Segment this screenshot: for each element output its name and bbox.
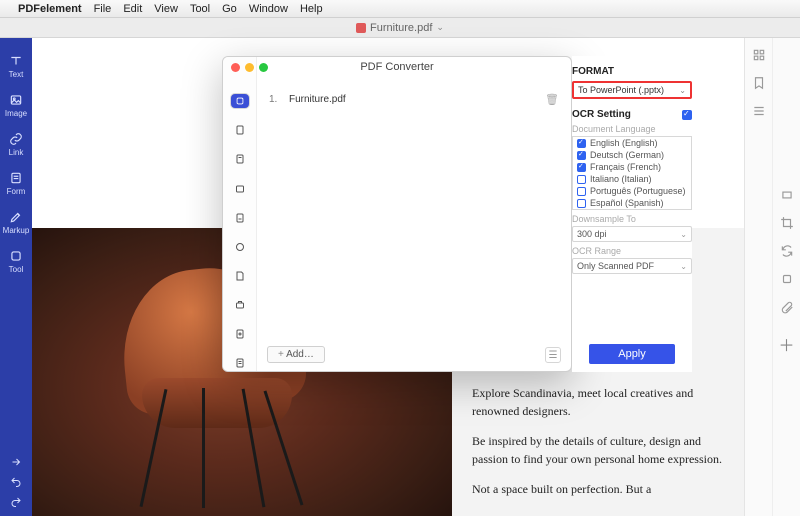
apply-button[interactable]: Apply [589,344,675,364]
language-option[interactable]: Ελληνικά (Greek) [573,209,691,210]
stamp-icon[interactable] [780,272,794,286]
menu-window[interactable]: Window [249,3,288,15]
tool-text-label: Text [9,70,24,79]
tool-image[interactable]: Image [0,87,32,126]
tool-form-label: Form [7,187,26,196]
chevron-down-icon: ⌄ [679,86,686,95]
format-option[interactable] [230,356,250,371]
app-name[interactable]: PDFelement [18,3,82,15]
menu-view[interactable]: View [154,3,178,15]
format-option[interactable] [230,181,250,196]
paragraph: Explore Scandinavia, meet local creative… [472,384,724,420]
titlebar-chevron-icon[interactable]: ⌄ [436,22,444,33]
doc-language-label: Document Language [572,124,692,134]
tool-link-label: Link [9,148,24,157]
checkbox-icon[interactable] [577,139,586,148]
format-option[interactable] [230,210,250,225]
document-icon [356,23,366,33]
format-option[interactable] [230,152,250,167]
checkbox-icon[interactable] [577,199,586,208]
tool-text[interactable]: Text [0,48,32,87]
rotate-icon[interactable] [780,244,794,258]
format-option[interactable] [230,327,250,342]
system-menubar: PDFelement File Edit View Tool Go Window… [0,0,800,18]
format-option[interactable] [230,123,250,138]
left-toolbar: Text Image Link Form Markup Tool [0,38,32,516]
tool-image-label: Image [5,109,27,118]
fit-width-icon[interactable] [780,188,794,202]
export-icon[interactable] [10,456,22,468]
remove-file-icon[interactable]: 🗑 [545,93,559,106]
redo-icon[interactable] [10,496,22,508]
language-option[interactable]: Português (Portuguese) [573,185,691,197]
crop-icon[interactable] [780,216,794,230]
tool-tool[interactable]: Tool [0,243,32,282]
list-icon[interactable] [752,104,766,118]
format-option-selected[interactable] [230,93,250,109]
thumbnails-icon[interactable] [752,48,766,62]
right-panel-primary [744,38,772,516]
language-option[interactable]: Español (Spanish) [573,197,691,209]
checkbox-icon[interactable] [577,187,586,196]
format-option[interactable] [230,298,250,313]
right-panel-secondary: ＋ [772,38,800,516]
ocr-range-label: OCR Range [572,246,692,256]
converter-file-list: 1. Furniture.pdf 🗑 Add… ☰ [257,57,571,371]
converter-format-toolbar [223,57,257,371]
file-index: 1. [269,94,279,105]
chevron-down-icon: ⌄ [680,230,687,239]
ocr-enable-checkbox[interactable] [682,110,692,120]
menu-file[interactable]: File [94,3,112,15]
file-name: Furniture.pdf [289,94,346,105]
downsample-value: 300 dpi [577,229,607,239]
ocr-range-select[interactable]: Only Scanned PDF ⌄ [572,258,692,274]
tool-link[interactable]: Link [0,126,32,165]
pdf-converter-dialog: PDF Converter 1. Furniture.pdf 🗑 Add… ☰ [222,56,572,372]
merge-toggle-icon[interactable]: ☰ [545,347,561,363]
menu-help[interactable]: Help [300,3,323,15]
checkbox-icon[interactable] [577,151,586,160]
undo-icon[interactable] [10,476,22,488]
tool-markup[interactable]: Markup [0,204,32,243]
add-panel-icon[interactable]: ＋ [778,332,794,356]
add-file-button[interactable]: Add… [267,346,325,363]
language-list[interactable]: English (English) Deutsch (German) Franç… [572,136,692,210]
format-select-value: To PowerPoint (.pptx) [578,85,664,95]
paragraph: Be inspired by the details of culture, d… [472,432,724,468]
tool-tool-label: Tool [9,265,24,274]
format-option[interactable] [230,239,250,254]
document-title: Furniture.pdf [370,22,432,34]
menu-go[interactable]: Go [222,3,237,15]
language-option[interactable]: English (English) [573,137,691,149]
format-select[interactable]: To PowerPoint (.pptx) ⌄ [572,81,692,99]
menu-edit[interactable]: Edit [123,3,142,15]
language-option[interactable]: Deutsch (German) [573,149,691,161]
converter-settings-panel: FORMAT To PowerPoint (.pptx) ⌄ OCR Setti… [572,56,692,372]
bookmark-icon[interactable] [752,76,766,90]
format-option[interactable] [230,268,250,283]
file-row[interactable]: 1. Furniture.pdf 🗑 [265,91,563,108]
language-option[interactable]: Français (French) [573,161,691,173]
language-option[interactable]: Italiano (Italian) [573,173,691,185]
tool-form[interactable]: Form [0,165,32,204]
tool-markup-label: Markup [3,226,30,235]
ocr-heading: OCR Setting [572,109,631,120]
attach-icon[interactable] [780,300,794,314]
window-titlebar: Furniture.pdf ⌄ [0,18,800,38]
downsample-select[interactable]: 300 dpi ⌄ [572,226,692,242]
downsample-label: Downsample To [572,214,692,224]
format-heading: FORMAT [572,66,692,77]
menu-tool[interactable]: Tool [190,3,210,15]
checkbox-icon[interactable] [577,175,586,184]
paragraph: Not a space built on perfection. But a [472,480,724,498]
ocr-range-value: Only Scanned PDF [577,261,654,271]
chevron-down-icon: ⌄ [680,262,687,271]
checkbox-icon[interactable] [577,163,586,172]
